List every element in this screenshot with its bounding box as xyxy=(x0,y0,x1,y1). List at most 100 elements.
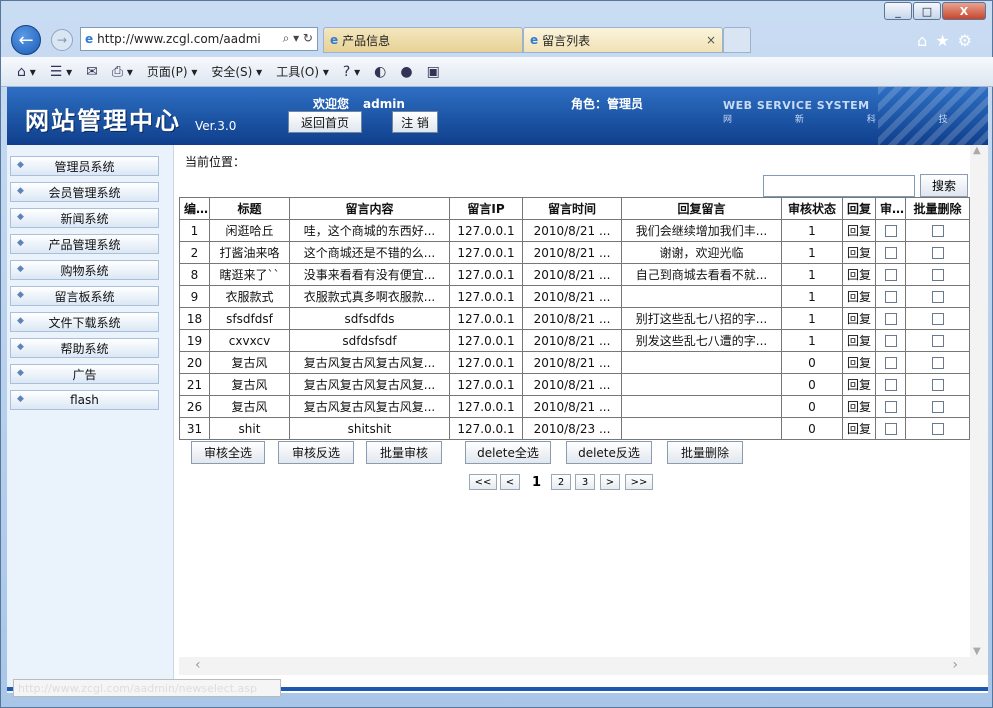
search-refresh-icon[interactable]: ⌕ ▾ ↻ xyxy=(283,31,313,46)
help-menu[interactable]: ? ▾ xyxy=(343,64,360,80)
row-status: 0 xyxy=(781,351,843,374)
maximize-button[interactable]: □ xyxy=(913,2,941,20)
delete-checkbox[interactable] xyxy=(931,291,944,303)
col-id: 编号 xyxy=(179,197,210,220)
delete-checkbox[interactable] xyxy=(931,313,944,325)
audit-checkbox[interactable] xyxy=(884,225,897,237)
row-id: 2 xyxy=(179,241,210,264)
sidebar-item-news[interactable]: ◆ 新闻系统 xyxy=(10,208,159,228)
favorites-star-icon[interactable]: ★ xyxy=(935,31,957,50)
audit-invert-button[interactable]: 审核反选 xyxy=(278,441,354,464)
row-reply-link[interactable]: 回复 xyxy=(842,373,876,396)
sidebar-item-flash[interactable]: ◆ flash xyxy=(10,390,159,410)
audit-checkbox[interactable] xyxy=(884,291,897,303)
back-button[interactable]: ← xyxy=(11,25,41,55)
audit-checkbox[interactable] xyxy=(884,357,897,369)
delete-checkbox[interactable] xyxy=(931,225,944,237)
bookmark-icon[interactable]: ▣ xyxy=(427,64,440,80)
audit-checkbox[interactable] xyxy=(884,379,897,391)
row-reply-link[interactable]: 回复 xyxy=(842,219,876,242)
audit-checkbox-cell xyxy=(875,373,906,396)
search-button[interactable]: 搜索 xyxy=(920,174,968,197)
delete-checkbox-cell xyxy=(905,417,970,440)
audit-checkbox[interactable] xyxy=(884,313,897,325)
mail-menu[interactable]: ✉ xyxy=(86,64,98,80)
horizontal-scrollbar[interactable]: ‹ › xyxy=(179,657,988,675)
row-title: 衣服款式 xyxy=(209,285,290,308)
batch-audit-button[interactable]: 批量审核 xyxy=(366,441,442,464)
tab-product-info[interactable]: e 产品信息 xyxy=(323,27,523,53)
page-3-button[interactable]: 3 xyxy=(575,474,595,490)
prev-page-button[interactable]: < xyxy=(500,474,520,490)
gear-icon[interactable]: ⚙ xyxy=(958,31,980,50)
audit-checkbox[interactable] xyxy=(884,335,897,347)
page-menu[interactable]: 页面(P) ▾ xyxy=(147,63,197,80)
page-2-button[interactable]: 2 xyxy=(551,474,571,490)
row-reply-link[interactable]: 回复 xyxy=(842,351,876,374)
messenger-icon[interactable]: ● xyxy=(400,64,412,80)
tab-close-icon[interactable]: × xyxy=(706,33,716,47)
bullet-icon: ◆ xyxy=(17,212,24,222)
row-content: 哇，这个商城的东西好... xyxy=(289,219,450,242)
last-page-button[interactable]: >> xyxy=(625,474,653,490)
row-reply-link[interactable]: 回复 xyxy=(842,329,876,352)
sidebar-item-help[interactable]: ◆ 帮助系统 xyxy=(10,338,159,358)
feeds-menu[interactable]: ☰ ▾ xyxy=(50,64,72,80)
minimize-button[interactable]: _ xyxy=(884,2,912,20)
tools-menu[interactable]: 工具(O) ▾ xyxy=(276,63,329,80)
sidebar-item-members[interactable]: ◆ 会员管理系统 xyxy=(10,182,159,202)
row-reply-link[interactable]: 回复 xyxy=(842,285,876,308)
row-reply-link[interactable]: 回复 xyxy=(842,395,876,418)
audit-checkbox[interactable] xyxy=(884,401,897,413)
scroll-right-icon[interactable]: › xyxy=(952,657,958,673)
command-bar: ⌂ ▾ ☰ ▾ ✉ ⎙ ▾ 页面(P) ▾ 安全(S) ▾ 工具(O) ▾ ? … xyxy=(1,57,993,87)
sidebar-item-shopping[interactable]: ◆ 购物系统 xyxy=(10,260,159,280)
row-reply-link[interactable]: 回复 xyxy=(842,241,876,264)
row-status: 1 xyxy=(781,329,843,352)
delete-checkbox[interactable] xyxy=(931,269,944,281)
print-menu[interactable]: ⎙ ▾ xyxy=(112,64,133,80)
audit-checkbox[interactable] xyxy=(884,247,897,259)
scroll-left-icon[interactable]: ‹ xyxy=(195,657,201,673)
col-title: 标题 xyxy=(209,197,290,220)
logout-button[interactable]: 注 销 xyxy=(392,111,438,133)
search-input[interactable] xyxy=(763,175,915,197)
scroll-down-icon[interactable]: ▼ xyxy=(973,646,981,657)
batch-delete-button[interactable]: 批量删除 xyxy=(667,441,743,464)
delete-checkbox[interactable] xyxy=(931,335,944,347)
delete-checkbox[interactable] xyxy=(931,401,944,413)
sidebar-item-guestbook[interactable]: ◆ 留言板系统 xyxy=(10,286,159,306)
row-reply-link[interactable]: 回复 xyxy=(842,307,876,330)
delete-invert-button[interactable]: delete反选 xyxy=(566,441,652,464)
next-page-button[interactable]: > xyxy=(600,474,620,490)
home-button[interactable]: 返回首页 xyxy=(288,111,362,133)
new-tab-button[interactable] xyxy=(723,27,751,53)
scroll-up-icon[interactable]: ▲ xyxy=(973,145,981,156)
forward-button[interactable]: → xyxy=(51,29,73,51)
research-icon[interactable]: ◐ xyxy=(374,64,386,80)
first-page-button[interactable]: << xyxy=(469,474,497,490)
close-button[interactable]: X xyxy=(942,2,986,20)
tab-message-list[interactable]: e 留言列表 × xyxy=(523,27,723,53)
home-icon[interactable]: ⌂ xyxy=(917,31,935,50)
delete-checkbox[interactable] xyxy=(931,379,944,391)
audit-checkbox[interactable] xyxy=(884,269,897,281)
delete-checkbox[interactable] xyxy=(931,247,944,259)
delete-select-all-button[interactable]: delete全选 xyxy=(465,441,551,464)
sidebar-item-downloads[interactable]: ◆ 文件下载系统 xyxy=(10,312,159,332)
row-time: 2010/8/21 ... xyxy=(522,395,622,418)
delete-checkbox[interactable] xyxy=(931,423,944,435)
safety-menu[interactable]: 安全(S) ▾ xyxy=(211,63,262,80)
audit-select-all-button[interactable]: 审核全选 xyxy=(191,441,265,464)
audit-checkbox[interactable] xyxy=(884,423,897,435)
sidebar-item-ads[interactable]: ◆ 广告 xyxy=(10,364,159,384)
sidebar-item-admin[interactable]: ◆ 管理员系统 xyxy=(10,156,159,176)
row-title: cxvxcv xyxy=(209,329,290,352)
vertical-scrollbar[interactable]: ▲ ▼ xyxy=(970,145,988,657)
address-bar[interactable]: e http://www.zcgl.com/aadmi ⌕ ▾ ↻ xyxy=(80,27,318,51)
delete-checkbox[interactable] xyxy=(931,357,944,369)
sidebar-item-products[interactable]: ◆ 产品管理系统 xyxy=(10,234,159,254)
row-reply-link[interactable]: 回复 xyxy=(842,417,876,440)
home-menu[interactable]: ⌂ ▾ xyxy=(17,64,36,80)
row-reply-link[interactable]: 回复 xyxy=(842,263,876,286)
